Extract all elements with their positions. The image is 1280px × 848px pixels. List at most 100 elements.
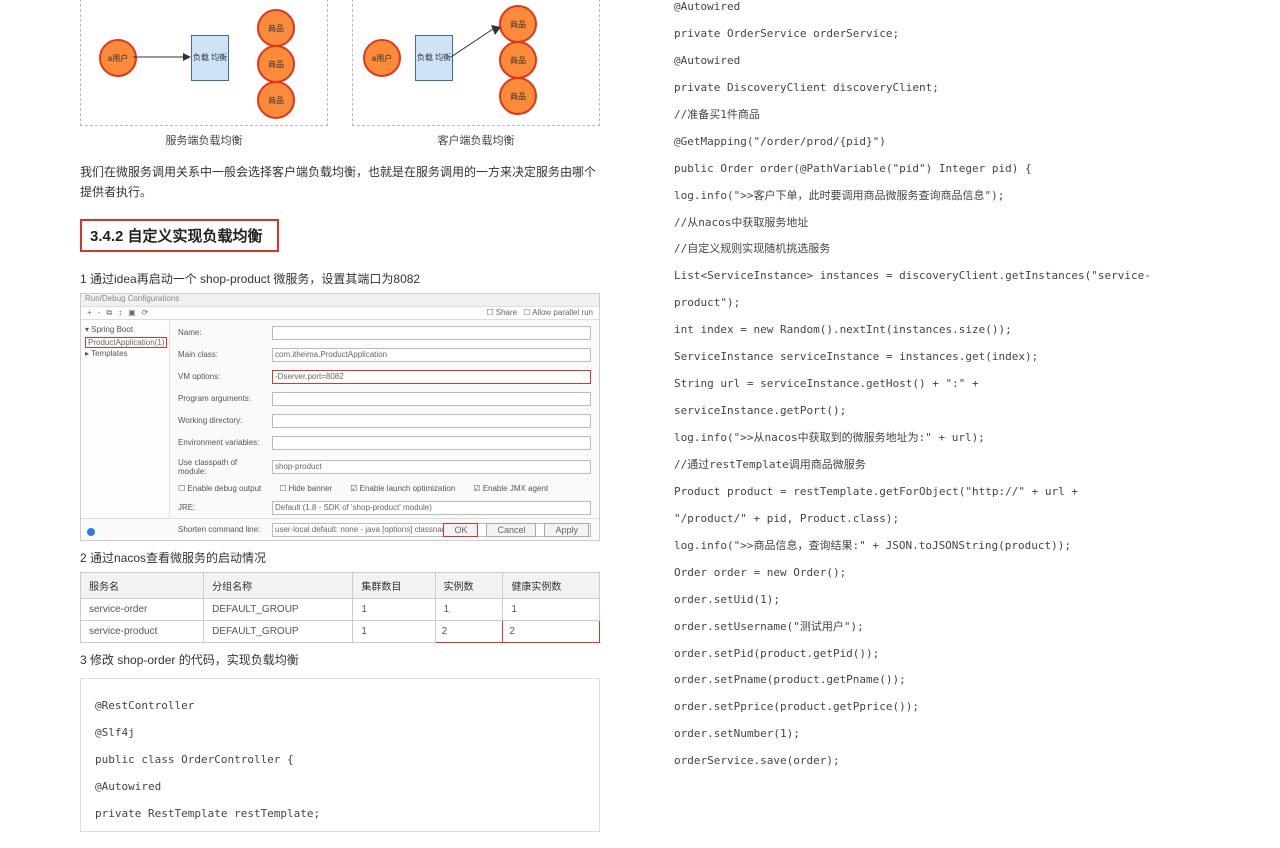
label-envvars: Environment variables: — [178, 438, 264, 447]
code-line: ServiceInstance serviceInstance = instan… — [674, 344, 1206, 371]
field-shorten[interactable]: user-local default: none - java [options… — [272, 523, 591, 537]
node-lb: 负载 均衡 — [415, 35, 453, 81]
cell: service-order — [81, 598, 204, 620]
label-name: Name: — [178, 328, 264, 337]
field-programargs[interactable] — [272, 392, 591, 406]
code-line: //通过restTemplate调用商品微服务 — [674, 452, 1206, 479]
code-left: @RestController @Slf4j public class Orde… — [80, 678, 600, 833]
code-line: @GetMapping("/order/prod/{pid}") — [674, 129, 1206, 156]
label-shorten: Shorten command line: — [178, 525, 264, 534]
code-line: product"); — [674, 290, 1206, 317]
code-line: "/product/" + pid, Product.class); — [674, 506, 1206, 533]
field-envvars[interactable] — [272, 436, 591, 450]
side-templates[interactable]: ▸ Templates — [85, 348, 165, 359]
diagram-client-lb: a用户 负载 均衡 商品 商品 商品 客户端负载均衡 — [352, 0, 600, 148]
cell: DEFAULT_GROUP — [204, 598, 353, 620]
nacos-table: 服务名 分组名称 集群数目 实例数 健康实例数 service-order DE… — [80, 572, 600, 643]
ide-tool-remove[interactable]: - — [98, 308, 101, 317]
ide-form: Name: Main class:com.itheima.ProductAppl… — [170, 320, 599, 518]
diagram-server-lb: a用户 负载 均衡 商品 商品 商品 服务端负载均衡 — [80, 0, 328, 148]
ide-tool-box[interactable]: ▣ — [128, 308, 136, 317]
node-product-3: 商品 — [499, 77, 537, 115]
field-name[interactable] — [272, 326, 591, 340]
label-programargs: Program arguments: — [178, 394, 264, 403]
code-line: @Slf4j — [95, 720, 585, 747]
cell: 1 — [353, 620, 435, 642]
ok-button[interactable]: OK — [443, 523, 478, 537]
table-row: service-product DEFAULT_GROUP 1 2 2 — [81, 620, 600, 642]
code-line: Order order = new Order(); — [674, 560, 1206, 587]
cell: 1 — [435, 598, 503, 620]
code-line: order.setNumber(1); — [674, 721, 1206, 748]
chk-debug[interactable]: ☐ Enable debug output — [178, 484, 261, 493]
code-line: Product product = restTemplate.getForObj… — [674, 479, 1206, 506]
node-product-1: 商品 — [499, 5, 537, 43]
node-user: a用户 — [99, 39, 137, 77]
node-product-3: 商品 — [257, 81, 295, 119]
side-springboot[interactable]: ▾ Spring Boot — [85, 324, 165, 335]
node-product-2: 商品 — [257, 45, 295, 83]
code-line: order.setPname(product.getPname()); — [674, 667, 1206, 694]
checkbox-row: ☐ Enable debug output ☐ Hide banner ☑ En… — [178, 484, 591, 493]
th-group: 分组名称 — [204, 572, 353, 598]
step-3: 3 修改 shop-order 的代码，实现负载均衡 — [80, 651, 600, 668]
code-line: //自定义规则实现随机挑选服务 — [674, 236, 1206, 263]
ide-body: ▾ Spring Boot ProductApplication(1) ▸ Te… — [81, 320, 599, 518]
chk-launch[interactable]: ☑ Enable launch optimization — [350, 484, 455, 493]
ide-share[interactable]: ☐ Share — [486, 308, 517, 317]
cell-hl-instances: 2 — [435, 620, 503, 642]
cell: DEFAULT_GROUP — [204, 620, 353, 642]
diagram-row: a用户 负载 均衡 商品 商品 商品 服务端负载均衡 a用户 负载 均衡 商品 … — [80, 0, 600, 148]
th-instances: 实例数 — [435, 572, 503, 598]
th-healthy: 健康实例数 — [503, 572, 600, 598]
ide-parallel[interactable]: ☐ Allow parallel run — [523, 308, 593, 317]
field-mainclass[interactable]: com.itheima.ProductApplication — [272, 348, 591, 362]
step-1: 1 通过idea再启动一个 shop-product 微服务，设置其端口为808… — [80, 270, 600, 287]
label-jre: JRE: — [178, 503, 264, 512]
cell-hl-healthy: 2 — [503, 620, 600, 642]
ide-sidebar: ▾ Spring Boot ProductApplication(1) ▸ Te… — [81, 320, 170, 518]
ide-tool-move[interactable]: ↕ — [118, 308, 122, 317]
chk-jmx[interactable]: ☑ Enable JMX agent — [473, 484, 548, 493]
label-classpath: Use classpath of module: — [178, 458, 264, 476]
field-classpath[interactable]: shop-product — [272, 460, 591, 474]
code-line: order.setUid(1); — [674, 587, 1206, 614]
ide-tool-add[interactable]: + — [87, 308, 92, 317]
table-row: service-order DEFAULT_GROUP 1 1 1 — [81, 598, 600, 620]
ide-tool-copy[interactable]: ⧉ — [106, 308, 112, 318]
cell: 1 — [503, 598, 600, 620]
code-line: log.info(">>商品信息，查询结果:" + JSON.toJSONStr… — [674, 533, 1206, 560]
diagram-box: a用户 负载 均衡 商品 商品 商品 — [352, 0, 600, 126]
right-column: @Autowired private OrderService orderSer… — [640, 0, 1280, 848]
field-vmoptions[interactable]: -Dserver.port=8082 — [272, 370, 591, 384]
field-jre[interactable]: Default (1.8 - SDK of 'shop-product' mod… — [272, 501, 591, 515]
code-line: log.info(">>客户下单，此时要调用商品微服务查询商品信息"); — [674, 183, 1206, 210]
diagram-caption: 客户端负载均衡 — [352, 132, 600, 148]
cell: service-product — [81, 620, 204, 642]
arrow-icon — [451, 25, 501, 61]
ide-tool-reset[interactable]: ⟳ — [142, 308, 149, 317]
left-column: a用户 负载 均衡 商品 商品 商品 服务端负载均衡 a用户 负载 均衡 商品 … — [0, 0, 640, 848]
diagram-caption: 服务端负载均衡 — [80, 132, 328, 148]
field-workdir[interactable] — [272, 414, 591, 428]
code-line: int index = new Random().nextInt(instanc… — [674, 317, 1206, 344]
code-line: order.setUsername("测试用户"); — [674, 614, 1206, 641]
cell: 1 — [353, 598, 435, 620]
step-2: 2 通过nacos查看微服务的启动情况 — [80, 549, 600, 566]
ide-dialog: Run/Debug Configurations + - ⧉ ↕ ▣ ⟳ ☐ S… — [80, 293, 600, 541]
ide-title: Run/Debug Configurations — [81, 294, 599, 307]
status-dot-icon — [87, 528, 95, 536]
node-product-1: 商品 — [257, 9, 295, 47]
code-line: List<ServiceInstance> instances = discov… — [674, 263, 1206, 290]
code-line: serviceInstance.getPort(); — [674, 398, 1206, 425]
section-title: 3.4.2 自定义实现负载均衡 — [80, 219, 279, 252]
th-clusters: 集群数目 — [353, 572, 435, 598]
chk-banner[interactable]: ☐ Hide banner — [279, 484, 332, 493]
code-line: private DiscoveryClient discoveryClient; — [674, 75, 1206, 102]
code-line: private RestTemplate restTemplate; — [95, 801, 585, 828]
cancel-button[interactable]: Cancel — [486, 523, 536, 537]
code-line: public class OrderController { — [95, 747, 585, 774]
label-workdir: Working directory: — [178, 416, 264, 425]
apply-button[interactable]: Apply — [544, 523, 589, 537]
side-productapp[interactable]: ProductApplication(1) — [85, 337, 167, 348]
